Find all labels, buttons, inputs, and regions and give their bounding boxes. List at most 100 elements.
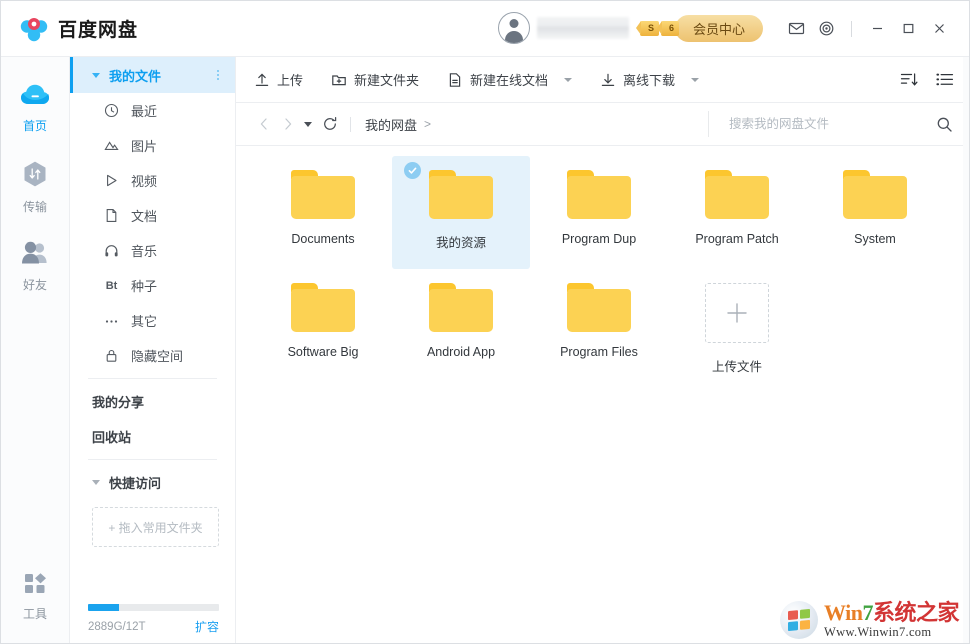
folder-icon	[567, 170, 631, 219]
chevron-down-icon[interactable]	[564, 78, 572, 82]
file-tile[interactable]: System	[806, 156, 944, 269]
rail-item-tools[interactable]: 工具	[1, 563, 69, 629]
history-dropdown-icon[interactable]	[304, 122, 312, 127]
vip-center-button[interactable]: 会员中心	[675, 15, 763, 42]
rail-label-tools: 工具	[23, 605, 47, 622]
maximize-button[interactable]	[893, 14, 924, 44]
sidebar-item-hidden-space[interactable]: 隐藏空间	[70, 338, 235, 373]
new-online-doc-button[interactable]: 新建在线文档	[447, 65, 572, 95]
header-actions: 会员中心	[675, 14, 969, 44]
back-button[interactable]	[252, 112, 276, 136]
sidebar-item-videos[interactable]: 视频	[70, 163, 235, 198]
chevron-down-icon	[92, 73, 100, 78]
avatar[interactable]	[498, 12, 530, 44]
rail-item-home[interactable]: 首页	[1, 75, 69, 141]
folder-icon	[843, 170, 907, 219]
upload-icon	[254, 72, 270, 88]
user-badges: S 6	[640, 21, 679, 36]
folder-icon	[291, 170, 355, 219]
file-tile[interactable]: 我的资源	[392, 156, 530, 269]
folder-icon	[429, 283, 493, 332]
download-icon	[600, 72, 616, 88]
file-tile[interactable]: Program Files	[530, 269, 668, 382]
sidebar-item-label-documents: 文档	[131, 206, 157, 225]
forward-button[interactable]	[276, 112, 300, 136]
mail-icon[interactable]	[781, 14, 811, 44]
rail-item-transfer[interactable]: 传输	[1, 154, 69, 220]
clock-icon	[104, 103, 119, 118]
user-info[interactable]: S 6	[498, 12, 679, 44]
music-icon	[104, 243, 119, 258]
gear-icon[interactable]	[811, 14, 841, 44]
folder-icon	[705, 170, 769, 219]
badge-level-6: 6	[661, 21, 679, 36]
rail-label-friends: 好友	[23, 276, 47, 293]
close-button[interactable]	[924, 14, 955, 44]
sidebar: 我的文件 最近	[70, 57, 236, 643]
sidebar-item-music[interactable]: 音乐	[70, 233, 235, 268]
lock-icon	[104, 348, 119, 363]
minimize-button[interactable]	[862, 14, 893, 44]
file-tile-label: Documents	[291, 232, 354, 246]
file-tile[interactable]: Documents	[254, 156, 392, 269]
breadcrumb-divider	[350, 117, 351, 132]
sidebar-item-other[interactable]: 其它	[70, 303, 235, 338]
folder-icon	[429, 170, 493, 219]
file-tile-label: Program Files	[560, 345, 638, 359]
search-icon[interactable]	[933, 113, 955, 135]
file-grid: Documents 我的资源Program Dup Program Patch Sys…	[254, 156, 969, 382]
file-tile-label: Android App	[427, 345, 495, 359]
refresh-icon[interactable]	[318, 112, 342, 136]
file-tile[interactable]: Program Dup	[530, 156, 668, 269]
storage-upgrade-link[interactable]: 扩容	[195, 618, 219, 635]
title-bar: 百度网盘 S 6 会员中心	[1, 1, 969, 57]
chevron-down-icon	[92, 480, 100, 485]
sidebar-divider-1	[88, 378, 217, 379]
sidebar-item-label-images: 图片	[131, 136, 157, 155]
sidebar-item-my-files[interactable]: 我的文件	[70, 57, 235, 93]
video-icon	[104, 173, 119, 188]
rail-item-friends[interactable]: 好友	[1, 233, 69, 299]
sort-icon[interactable]	[899, 70, 919, 90]
sidebar-item-torrent[interactable]: Bt 种子	[70, 268, 235, 303]
sidebar-item-label-music: 音乐	[131, 241, 157, 260]
upload-button[interactable]: 上传	[254, 65, 303, 95]
new-folder-button[interactable]: 新建文件夹	[331, 65, 419, 95]
file-grid-area: Documents 我的资源Program Dup Program Patch Sys…	[236, 146, 969, 643]
sidebar-item-label-torrent: 种子	[131, 276, 157, 295]
storage-widget: 2889G/12T 扩容	[70, 604, 235, 643]
sidebar-item-images[interactable]: 图片	[70, 128, 235, 163]
offline-download-button-label: 离线下载	[623, 70, 675, 89]
document-icon	[104, 208, 119, 223]
breadcrumb-item-root[interactable]: 我的网盘	[365, 115, 417, 134]
content-scrollbar[interactable]	[963, 57, 969, 643]
sidebar-item-my-shares[interactable]: 我的分享	[70, 384, 235, 419]
file-tile-label: Program Patch	[695, 232, 778, 246]
selected-check-icon[interactable]	[404, 162, 421, 179]
cloud-icon	[20, 83, 50, 112]
upload-button-label: 上传	[277, 70, 303, 89]
search-input[interactable]	[727, 116, 933, 132]
search-box[interactable]	[708, 111, 955, 137]
bt-icon: Bt	[104, 278, 119, 293]
chevron-down-icon[interactable]	[691, 78, 699, 82]
more-icon	[104, 313, 119, 328]
upload-file-tile[interactable]: 上传文件	[668, 269, 806, 382]
more-options-icon[interactable]	[217, 70, 219, 80]
list-view-icon[interactable]	[935, 70, 955, 90]
sidebar-group-quick-access[interactable]: 快捷访问	[70, 465, 235, 499]
file-tile[interactable]: Program Patch	[668, 156, 806, 269]
folder-icon	[291, 283, 355, 332]
new-doc-icon	[447, 72, 463, 88]
storage-progress-fill	[88, 604, 119, 611]
watermark: Win7系统之家 Www.Winwin7.com	[780, 601, 959, 639]
sidebar-item-recycle-bin[interactable]: 回收站	[70, 419, 235, 454]
file-tile[interactable]: Android App	[392, 269, 530, 382]
file-tile[interactable]: Software Big	[254, 269, 392, 382]
offline-download-button[interactable]: 离线下载	[600, 65, 699, 95]
rail-label-home: 首页	[23, 117, 47, 134]
quick-access-dropzone[interactable]: + 拖入常用文件夹	[92, 507, 219, 547]
sidebar-item-documents[interactable]: 文档	[70, 198, 235, 233]
watermark-seven: 7	[862, 600, 873, 625]
sidebar-item-recent[interactable]: 最近	[70, 93, 235, 128]
